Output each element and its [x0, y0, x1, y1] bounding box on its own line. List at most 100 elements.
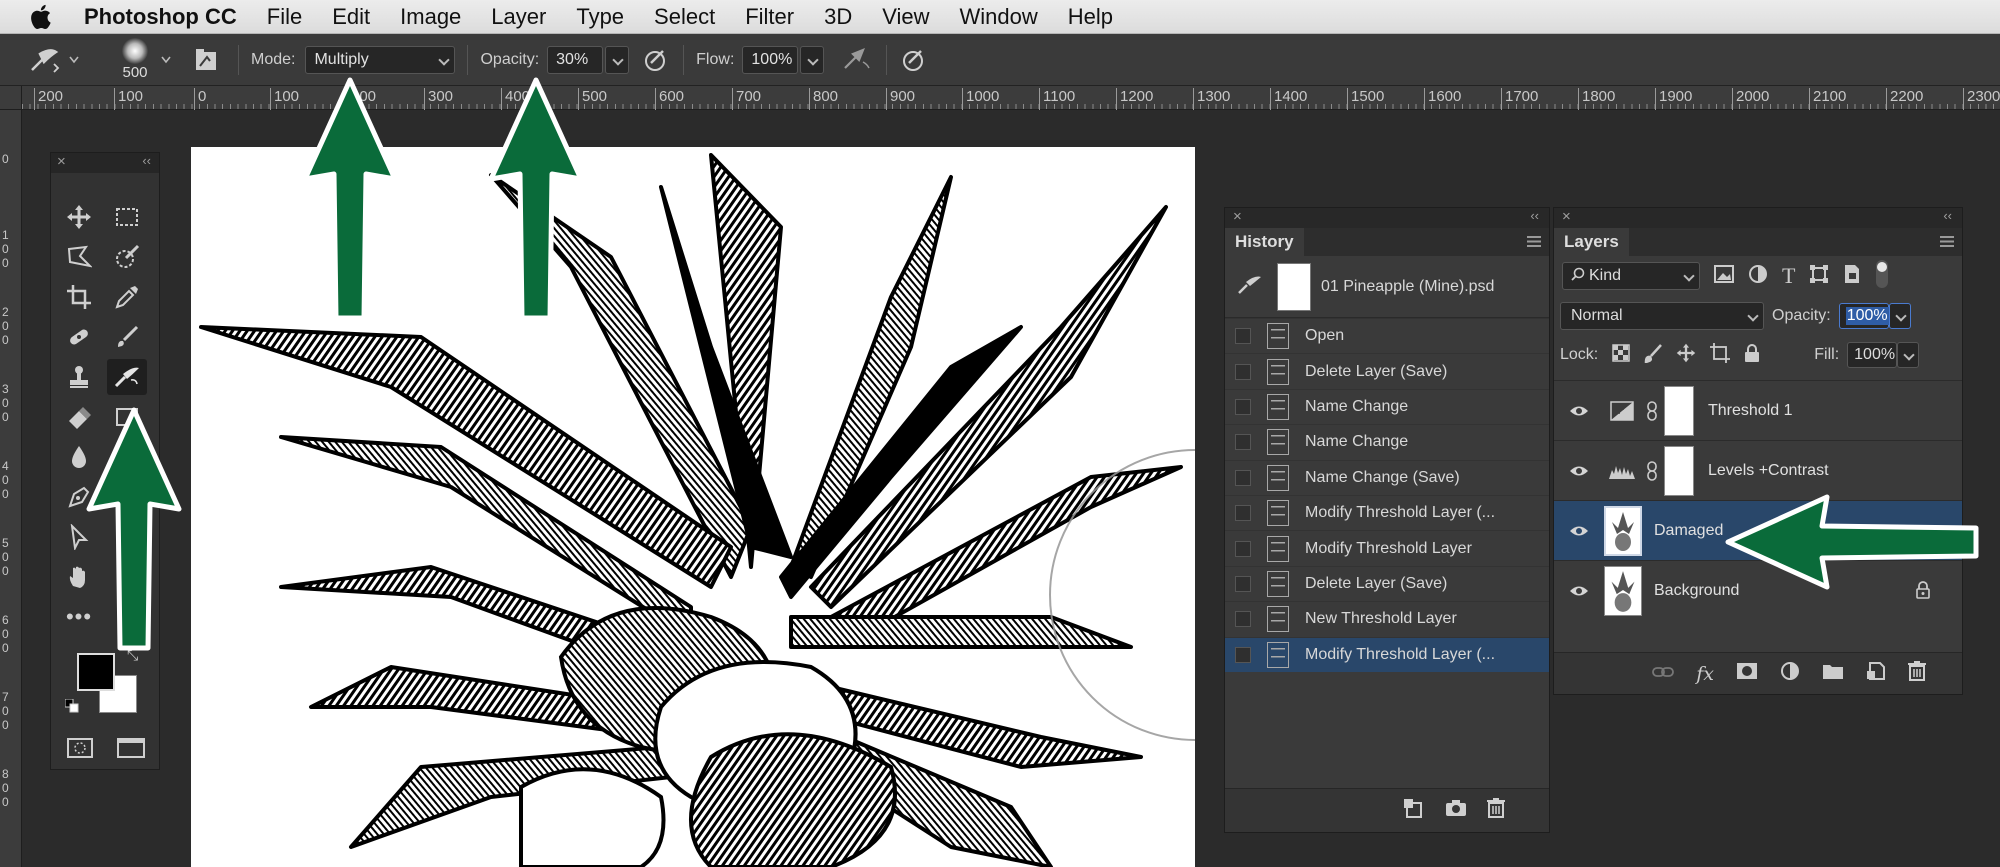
close-icon[interactable]: × [57, 153, 66, 170]
history-source-checkbox[interactable] [1235, 540, 1251, 557]
menu-edit[interactable]: Edit [332, 4, 370, 30]
close-icon[interactable]: × [1562, 208, 1571, 225]
new-group-folder-icon[interactable] [1822, 662, 1844, 685]
layer-opacity-dropdown[interactable] [1888, 303, 1911, 329]
history-state[interactable]: New Threshold Layer [1225, 601, 1549, 636]
menu-file[interactable]: File [267, 4, 302, 30]
menu-image[interactable]: Image [400, 4, 461, 30]
layer-thumbnail[interactable] [1604, 505, 1642, 556]
history-source-checkbox[interactable] [1235, 328, 1251, 345]
history-source-checkbox[interactable] [1235, 646, 1251, 663]
brush-panel-toggle-icon[interactable] [192, 48, 220, 72]
collapse-icon[interactable]: ‹‹ [1530, 208, 1539, 223]
new-layer-icon[interactable] [1866, 661, 1886, 686]
chain-link-icon[interactable] [1640, 460, 1664, 481]
menu-help[interactable]: Help [1068, 4, 1113, 30]
layer-name[interactable]: Threshold 1 [1708, 402, 1793, 420]
history-state[interactable]: Modify Threshold Layer [1225, 530, 1549, 565]
link-layers-icon[interactable] [1652, 665, 1675, 683]
history-brush-source-icon[interactable] [1237, 273, 1263, 300]
app-name[interactable]: Photoshop CC [84, 4, 237, 30]
history-state[interactable]: Name Change [1225, 424, 1549, 459]
history-source-checkbox[interactable] [1235, 505, 1251, 522]
brush-tool[interactable] [107, 319, 147, 355]
history-source-checkbox[interactable] [1235, 469, 1251, 486]
history-state[interactable]: Name Change [1225, 388, 1549, 424]
add-mask-icon[interactable] [1736, 662, 1758, 685]
fill-input[interactable]: 100% [1847, 342, 1898, 368]
marquee-tool[interactable] [107, 199, 147, 235]
eye-icon[interactable] [1554, 405, 1604, 417]
history-source-checkbox[interactable] [1235, 611, 1251, 628]
history-state[interactable]: Delete Layer (Save) [1225, 353, 1549, 388]
lock-position-move-icon[interactable] [1676, 343, 1696, 368]
flow-input[interactable]: 100% [742, 45, 799, 74]
apple-logo-icon[interactable] [30, 4, 60, 30]
history-state[interactable]: Open [1225, 318, 1549, 353]
lock-transparency-icon[interactable] [1612, 343, 1630, 367]
move-tool[interactable] [59, 199, 99, 235]
history-source-checkbox[interactable] [1235, 575, 1251, 592]
history-brush-tool[interactable] [107, 359, 147, 395]
tools-panel-header[interactable]: × ‹‹ [51, 153, 159, 173]
opacity-input[interactable]: 30% [547, 45, 604, 74]
tab-history[interactable]: History [1225, 228, 1304, 256]
panel-menu-icon[interactable] [1940, 236, 1954, 247]
mode-select[interactable]: Multiply [305, 45, 456, 74]
collapse-icon[interactable]: ‹‹ [1943, 208, 1952, 223]
filter-kind-select[interactable]: Kind [1562, 262, 1700, 290]
pixel-filter-icon[interactable] [1714, 264, 1734, 288]
panel-menu-icon[interactable] [1527, 236, 1541, 247]
lock-artboard-icon[interactable] [1710, 342, 1731, 368]
screen-mode-icon[interactable] [117, 738, 145, 763]
history-snapshot[interactable]: 01 Pineapple (Mine).psd [1225, 256, 1549, 318]
type-filter-icon[interactable]: T [1782, 263, 1795, 289]
lock-pixels-brush-icon[interactable] [1644, 343, 1663, 368]
layer-row[interactable]: Levels +Contrast [1554, 440, 1962, 500]
opacity-dropdown-button[interactable] [605, 45, 630, 74]
pressure-opacity-icon[interactable] [641, 47, 671, 73]
chevron-down-icon[interactable] [66, 56, 82, 64]
history-panel-header[interactable]: × ‹‹ [1225, 208, 1549, 228]
menu-layer[interactable]: Layer [491, 4, 546, 30]
adjustment-filter-icon[interactable] [1748, 264, 1768, 289]
eye-icon[interactable] [1554, 525, 1604, 537]
new-document-from-state-icon[interactable] [1403, 797, 1425, 824]
clone-stamp-tool[interactable] [59, 359, 99, 395]
vertical-ruler[interactable]: 0 1 0 0 2 0 0 3 0 0 4 0 0 5 0 0 6 0 0 7 … [0, 110, 22, 867]
default-colors-icon[interactable] [64, 698, 79, 718]
shape-filter-icon[interactable] [1809, 264, 1829, 289]
close-icon[interactable]: × [1233, 208, 1242, 225]
ruler-corner[interactable] [0, 86, 22, 110]
layer-name[interactable]: Damaged [1654, 522, 1723, 540]
lock-all-icon[interactable] [1744, 343, 1760, 368]
flow-dropdown-button[interactable] [800, 45, 825, 74]
layer-name[interactable]: Levels +Contrast [1708, 462, 1829, 480]
quick-mask-icon[interactable] [67, 738, 93, 763]
blend-mode-select[interactable]: Normal [1560, 302, 1764, 330]
history-state[interactable]: Modify Threshold Layer (... [1225, 494, 1549, 530]
lasso-tool[interactable] [59, 239, 99, 275]
collapse-icon[interactable]: ‹‹ [142, 153, 151, 168]
tab-layers[interactable]: Layers [1554, 228, 1629, 256]
crop-tool[interactable] [59, 279, 99, 315]
filter-toggle-switch[interactable] [1875, 259, 1889, 294]
eyedropper-tool[interactable] [107, 279, 147, 315]
airbrush-icon[interactable] [838, 47, 874, 72]
eye-icon[interactable] [1554, 465, 1604, 477]
smart-object-filter-icon[interactable] [1843, 264, 1861, 289]
foreground-color-swatch[interactable] [77, 653, 115, 691]
chain-link-icon[interactable] [1640, 400, 1664, 421]
layer-row[interactable]: Threshold 1 [1554, 380, 1962, 440]
healing-brush-tool[interactable] [59, 319, 99, 355]
layer-thumbnail[interactable] [1604, 565, 1642, 616]
menu-view[interactable]: View [882, 4, 929, 30]
brush-size-picker[interactable]: 500 [112, 38, 158, 81]
fill-dropdown[interactable] [1897, 342, 1920, 368]
camera-icon[interactable] [1445, 799, 1467, 822]
quick-selection-tool[interactable] [107, 239, 147, 275]
history-source-checkbox[interactable] [1235, 398, 1251, 415]
layer-mask-thumbnail[interactable] [1664, 445, 1694, 496]
menu-window[interactable]: Window [960, 4, 1038, 30]
history-source-checkbox[interactable] [1235, 434, 1251, 451]
